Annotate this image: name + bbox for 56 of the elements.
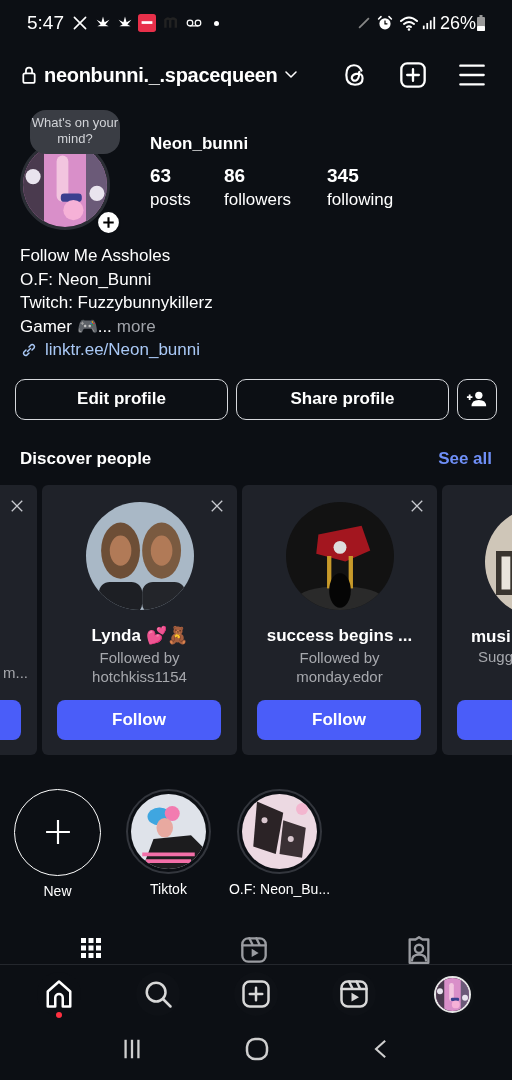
reels-icon <box>339 979 370 1009</box>
battery-icon <box>477 15 485 31</box>
profile-stat[interactable]: 86 followers <box>224 164 327 212</box>
alarm-icon <box>376 15 393 31</box>
x-logo-icon <box>72 15 88 31</box>
create-button[interactable] <box>399 61 427 89</box>
card-subtitle: m... <box>3 662 28 682</box>
card-name: musi <box>471 625 511 648</box>
see-all-link[interactable]: See all <box>438 445 492 472</box>
display-name: Neon_bunni <box>150 133 250 155</box>
reels-tab[interactable] <box>240 935 268 964</box>
card-subtitle: Sugg <box>478 646 512 666</box>
follow-button[interactable]: Follow <box>57 699 221 740</box>
close-icon[interactable] <box>210 498 224 513</box>
bio-line: Twitch: Fuzzybunnykillerz <box>20 292 214 314</box>
card-subtitle: hotchkiss1154 <box>92 666 187 686</box>
close-icon[interactable] <box>10 498 24 513</box>
bio-link[interactable]: linktr.ee/Neon_bunni <box>20 338 492 362</box>
dot-icon <box>214 20 219 26</box>
profile-stat[interactable]: 345 following <box>327 164 417 212</box>
bio-line: Gamer 🎮... <box>20 315 112 338</box>
app-icon <box>138 14 156 32</box>
home-button-icon[interactable] <box>245 1036 269 1061</box>
highlight-label: New <box>43 881 72 901</box>
highlight-label: Tiktok <box>150 879 187 899</box>
create-icon <box>240 979 271 1009</box>
card-subtitle: monday.edor <box>296 666 383 686</box>
section-title: Discover people <box>20 447 152 470</box>
close-icon[interactable] <box>410 498 424 513</box>
card-subtitle: Followed by <box>99 647 180 667</box>
profile-stat[interactable]: 63 posts <box>150 164 224 212</box>
voicemail-icon <box>186 18 202 28</box>
plus-icon <box>44 819 71 845</box>
card-name: Lynda 💕🧸 <box>91 624 188 647</box>
battery-percent: 26% <box>439 11 476 35</box>
account-switcher[interactable]: neonbunni._.spacequeen <box>44 60 298 90</box>
add-story-icon[interactable] <box>96 210 121 235</box>
bio-line: O.F: Neon_Bunni <box>20 268 153 291</box>
more-link[interactable]: more <box>116 314 156 338</box>
wifi-icon <box>398 15 419 31</box>
add-person-button[interactable] <box>457 378 497 420</box>
recent-apps-icon[interactable] <box>121 1037 143 1060</box>
edit-profile-button[interactable]: Edit profile <box>15 378 228 420</box>
chevron-down-icon <box>285 71 298 79</box>
highlight-label: O.F: Neon_Bu... <box>228 879 331 899</box>
lock-icon <box>22 66 36 84</box>
note-tooltip[interactable]: What's on your mind? <box>30 110 120 154</box>
home-icon <box>44 979 75 1009</box>
bio-line: Follow Me Assholes <box>20 245 172 267</box>
card-subtitle: Followed by <box>299 647 380 667</box>
signal-icon <box>421 16 436 30</box>
share-profile-button[interactable]: Share profile <box>236 378 449 420</box>
status-time: 5:47 <box>27 10 64 35</box>
pen-icon <box>356 16 371 30</box>
card-name: success begins ... <box>266 624 413 647</box>
follow-button[interactable]: Follow <box>257 699 421 740</box>
